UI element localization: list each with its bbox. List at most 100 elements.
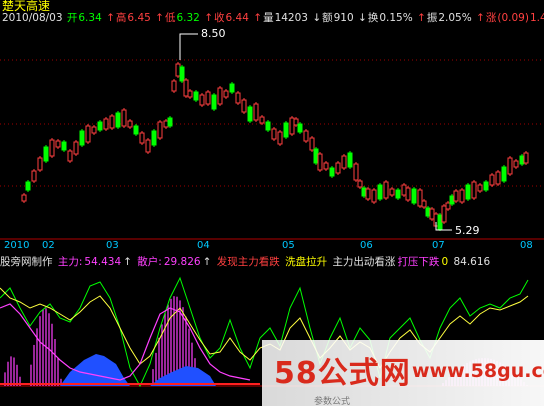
signal-press-label: 打压下跌 [397,256,440,268]
candle [513,160,519,168]
candle [465,184,471,200]
candle [183,79,189,97]
close-label: 收 [214,12,225,24]
candle [501,166,507,182]
high-marker-line [179,33,198,60]
candle [217,87,223,105]
candle [205,91,211,105]
open-label: 开 [66,12,78,24]
date-tick-label: 03 [106,240,119,251]
candle [85,125,91,143]
candle [67,150,73,162]
candle [179,66,185,82]
candle [235,92,241,104]
candle [49,139,55,157]
candle [417,189,423,207]
candle [437,214,443,230]
watermark-url: www.58gu.com [412,360,544,382]
amplitude-label: 振 [426,12,438,24]
candle [395,189,401,199]
signal-zero-value: 0 [441,256,449,268]
candle [483,181,489,191]
candle [471,181,477,199]
change-label: 涨 [485,12,497,24]
candle [341,155,347,169]
indicator-last-value: 84.616 [453,256,491,268]
up-arrow-icon: ↑ [253,12,263,24]
up-arrow-icon: ↑ [155,12,164,24]
candle [73,141,79,155]
candle [21,194,27,202]
candle [43,146,49,162]
quote-date: 2010/08/03 [2,12,63,24]
amplitude-value: 2.05% [438,12,472,24]
candle [411,188,417,204]
main-force-label: 主力: [57,256,83,268]
candlestick-chart: 8.50 5.29 [0,27,544,240]
candle [229,83,235,93]
candle [223,90,229,98]
candle [335,162,341,174]
candle [313,148,319,164]
low-value: 6.32 [176,12,200,24]
candle [507,157,513,175]
candle [193,91,199,101]
low-marker-label: 5.29 [455,224,480,237]
candle [133,125,139,135]
candle [171,80,177,92]
candle [425,207,431,217]
down-arrow-icon: ↓ [358,12,367,24]
candle [187,90,193,98]
candle [383,181,389,199]
candle [175,63,181,77]
candle [247,106,253,122]
candle [277,131,283,145]
candle [405,187,411,201]
candle [489,174,495,186]
candle [25,181,31,191]
candle [289,117,295,135]
turnover-value: 0.15% [379,12,413,24]
candle [421,200,427,208]
candle [317,153,323,171]
candle [347,152,353,168]
watermark-brand: 58公式网 [274,356,411,391]
retail-label: 散户: [137,256,162,268]
up-arrow-icon: ↑ [476,12,485,24]
candle [115,112,121,128]
volume-label: 量 [263,12,274,24]
candle [441,205,447,223]
up-arrow-icon: ↑ [204,12,214,24]
candle [97,121,103,131]
candle [91,126,97,134]
candle [453,190,459,202]
retail-value: 29.826 [163,256,201,268]
candle [361,187,367,197]
candle [429,208,435,220]
candle [199,94,205,106]
candle [31,170,37,182]
candle [309,137,315,151]
date-tick-label: 2010 [4,240,30,251]
candle [377,184,383,200]
main-force-value: 54.434 [84,256,122,268]
candle [253,103,259,121]
candle [293,118,299,126]
candle [519,155,525,165]
high-label: 高 [115,12,127,24]
volume-value: 14203 [274,12,308,24]
candle [495,171,501,185]
candle [401,184,407,196]
candle [297,123,303,133]
close-value: 6.44 [225,12,249,24]
signal-bearish-label: 发现主力看跌 [216,256,280,268]
candle [79,130,85,146]
open-value: 6.34 [78,12,102,24]
candle [265,121,271,131]
candle [445,202,451,210]
candle [523,152,529,164]
candle [167,117,173,127]
candle [37,157,43,171]
candle [157,121,163,139]
candle [303,130,309,142]
